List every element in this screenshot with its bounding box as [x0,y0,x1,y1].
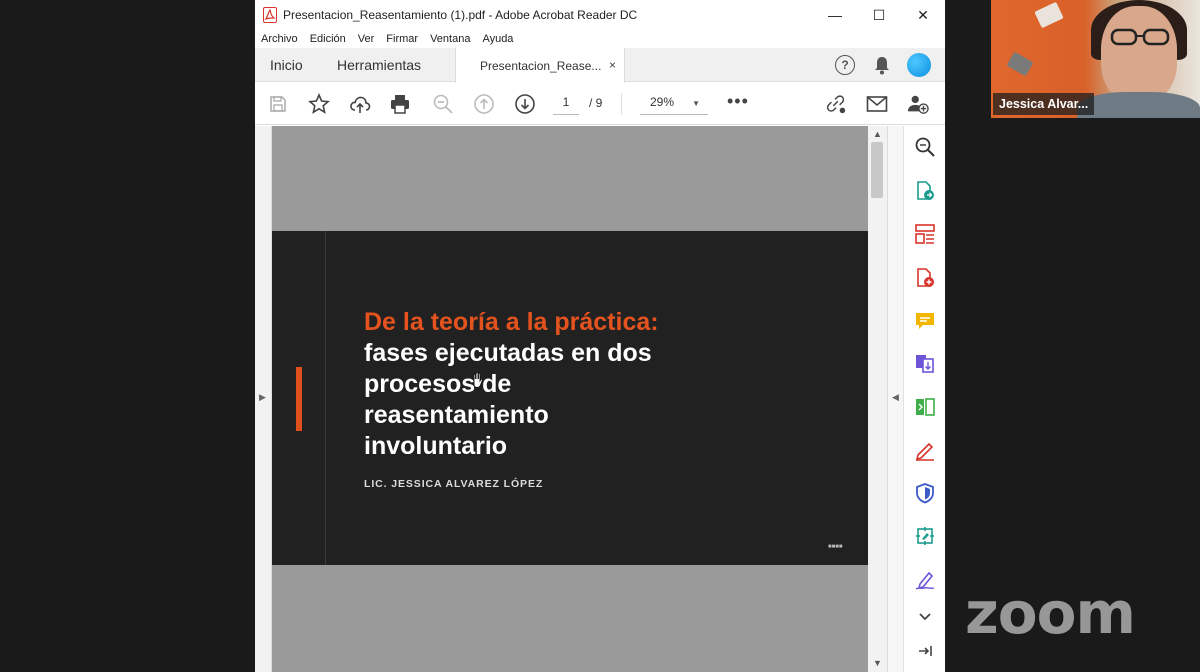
organize-pages-icon[interactable] [914,223,936,245]
title-bar: Presentacion_Reasentamiento (1).pdf - Ad… [255,0,945,30]
toolbar: 1 / 9 29% ▼ ••• [255,83,945,125]
menu-firmar[interactable]: Firmar [386,33,418,45]
chevron-down-icon: ▼ [692,99,700,108]
zoom-value: 29% [650,95,675,109]
hand-cursor-icon [473,371,484,388]
bookmark-star-icon[interactable] [308,93,330,115]
minimize-button[interactable]: — [813,0,857,30]
tab-inicio[interactable]: Inicio [270,48,303,82]
acrobat-window: Presentacion_Reasentamiento (1).pdf - Ad… [255,0,945,672]
zoom-out-icon[interactable] [432,93,454,115]
help-icon[interactable]: ? [835,55,855,75]
account-avatar[interactable] [907,53,931,77]
glasses-icon [1110,28,1170,46]
request-signature-icon[interactable] [914,568,936,590]
menu-ayuda[interactable]: Ayuda [482,33,513,45]
left-panel-toggle[interactable]: ▶ [255,126,272,672]
menu-bar: Archivo Edición Ver Firmar Ventana Ayuda [255,30,945,48]
close-window-button[interactable]: ✕ [901,0,945,30]
toolbar-divider [621,93,622,115]
slide-title-accent: De la teoría a la práctica: [364,308,659,336]
window-title: Presentacion_Reasentamiento (1).pdf - Ad… [283,8,638,22]
menu-edicion[interactable]: Edición [310,33,346,45]
slide-accent-bar [296,367,302,431]
participant-face [1101,6,1177,102]
tab-close-icon[interactable]: × [609,58,616,72]
slide-title-line: procesos de [364,370,512,398]
participant-shirt [1077,92,1200,118]
protect-shield-icon[interactable] [914,482,936,504]
comment-icon[interactable] [914,310,936,332]
export-pdf-icon[interactable] [914,180,936,202]
collapse-right-icon: ◀ [892,392,899,402]
edit-pdf-icon[interactable] [914,525,936,547]
page-number-input[interactable]: 1 [553,95,579,115]
scroll-down-icon[interactable]: ▼ [873,658,882,668]
share-link-icon[interactable] [825,93,847,115]
slide-title-line: reasentamiento [364,401,549,429]
maximize-button[interactable]: ☐ [857,0,901,30]
scrollbar-thumb[interactable] [871,142,883,198]
vertical-scrollbar[interactable]: ▲ ▼ [868,126,887,672]
collapse-pane-icon[interactable] [914,640,936,662]
zoom-logo: zoom [965,579,1136,647]
menu-archivo[interactable]: Archivo [261,33,298,45]
zoom-select[interactable]: 29% ▼ [640,95,708,115]
tools-pane [903,126,945,672]
expand-left-icon: ▶ [259,392,266,402]
background-object [1006,51,1034,77]
right-panel-collapse[interactable]: ◀ [887,126,903,672]
fill-sign-icon[interactable] [914,439,936,461]
slide-author: LIC. JESSICA ALVAREZ LÓPEZ [364,478,544,490]
menu-ver[interactable]: Ver [358,33,375,45]
add-user-icon[interactable] [907,93,929,115]
create-pdf-icon[interactable] [914,267,936,289]
print-icon[interactable] [389,93,411,115]
cloud-upload-icon[interactable] [349,93,371,115]
document-viewport[interactable]: ▶ De la teoría a la práctica: fases ejec… [255,126,887,672]
next-page-icon[interactable] [514,93,536,115]
combine-files-icon[interactable] [914,353,936,375]
tab-document[interactable]: Presentacion_Rease... × [455,48,625,83]
menu-ventana[interactable]: Ventana [430,33,470,45]
compare-icon[interactable] [914,396,936,418]
tab-document-label: Presentacion_Rease... [480,58,602,73]
page-total: / 9 [589,96,603,110]
more-tools-button[interactable]: ••• [727,91,749,112]
previous-page-icon[interactable] [473,93,495,115]
slide-title-line: involuntario [364,432,508,460]
search-tool-icon[interactable] [914,136,936,158]
more-tools-chevron-icon[interactable] [914,606,936,628]
slide-divider-line [325,231,326,565]
acrobat-app-icon [263,7,277,23]
save-icon[interactable] [267,93,289,115]
slide-title-line: fases ejecutadas en dos [364,339,652,367]
bell-icon[interactable] [873,55,891,75]
mail-icon[interactable] [866,93,888,115]
tab-bar: Inicio Herramientas Presentacion_Rease..… [255,48,945,83]
tab-herramientas[interactable]: Herramientas [337,48,421,82]
pdf-page-slide: De la teoría a la práctica: fases ejecut… [272,231,868,565]
slide-title: De la teoría a la práctica: fases ejecut… [364,307,844,462]
scroll-up-icon[interactable]: ▲ [873,129,882,139]
screen: Presentacion_Reasentamiento (1).pdf - Ad… [0,0,1200,672]
slide-footer-mark: ■■■■ [828,544,843,550]
participant-name-label: Jessica Alvar... [993,93,1095,115]
background-object [1034,1,1064,29]
